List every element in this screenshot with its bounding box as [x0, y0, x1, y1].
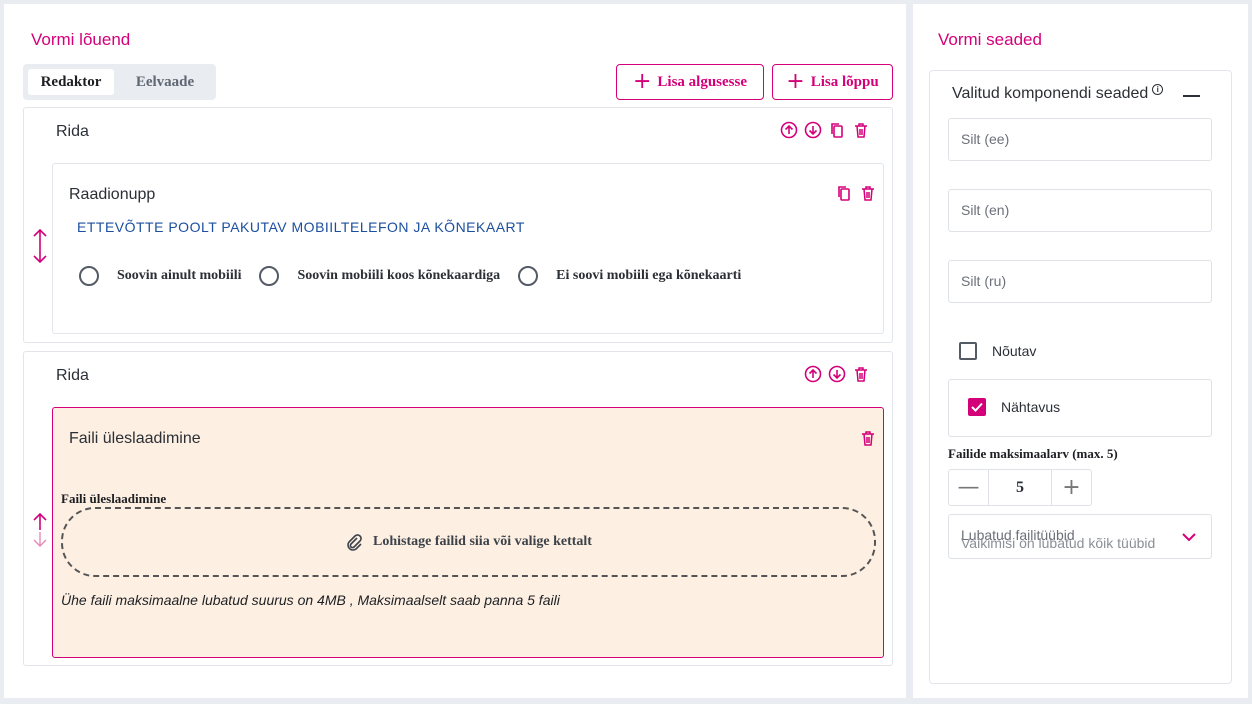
plus-icon: +	[632, 69, 652, 94]
required-checkbox[interactable]	[959, 342, 977, 360]
chevron-down-icon[interactable]	[1181, 530, 1197, 544]
form-row[interactable]: Rida Raadionupp ETTEVÕTTE POOLT PAKUTAV …	[23, 107, 893, 343]
file-types-placeholder: Vaikimisi on lubatud kõik tüübid	[961, 535, 1156, 551]
radio-option[interactable]: Soovin mobiili koos kõnekaardiga	[259, 266, 500, 286]
radio-circle[interactable]	[259, 266, 280, 286]
paperclip-icon	[347, 534, 362, 551]
file-upload-label: Faili üleslaadimine	[61, 491, 167, 506]
file-types-select[interactable]: Lubatud failitüübid Vaikimisi on lubatud…	[948, 514, 1212, 559]
visibility-checkbox-row[interactable]: Nähtavus	[968, 398, 1060, 416]
component-settings-card: Valitud komponendi seaded i Silt (ee) Si…	[929, 70, 1232, 684]
row-actions	[780, 121, 870, 139]
increment-button[interactable]: +	[1052, 470, 1091, 505]
radio-question: ETTEVÕTTE POOLT PAKUTAV MOBIILTELEFON JA…	[77, 219, 525, 235]
row-actions	[804, 365, 870, 383]
max-files-label: Failide maksimaalarv (max. 5)	[948, 446, 1118, 461]
max-files-stepper: — 5 +	[948, 469, 1092, 506]
visibility-label: Nähtavus	[1001, 399, 1061, 415]
add-to-end-label: Lisa lõppu	[810, 73, 879, 90]
radio-option-label: Ei soovi mobiili ega kõnekaarti	[556, 268, 742, 283]
required-label: Nõutav	[992, 343, 1037, 359]
delete-icon[interactable]	[859, 184, 877, 202]
label-en-input[interactable]: Silt (en)	[948, 189, 1212, 232]
editor-tabs: Redaktor Eelvaade	[23, 64, 216, 100]
move-down-icon[interactable]	[804, 121, 822, 139]
check-icon	[971, 402, 983, 412]
tab-preview[interactable]: Eelvaade	[118, 69, 212, 95]
add-to-start-button[interactable]: + Lisa algusesse	[616, 64, 764, 100]
collapse-icon[interactable]	[1183, 95, 1200, 97]
radio-circle[interactable]	[79, 266, 99, 286]
radio-option[interactable]: Ei soovi mobiili ega kõnekaarti	[518, 266, 741, 286]
label-et-input[interactable]: Silt (ee)	[948, 118, 1212, 161]
radio-option-label: Soovin mobiili koos kõnekaardiga	[297, 268, 501, 283]
add-to-start-label: Lisa algusesse	[657, 73, 748, 90]
radio-option[interactable]: Soovin ainult mobiili	[79, 266, 241, 286]
form-canvas-panel: Vormi lõuend Redaktor Eelvaade + Lisa al…	[4, 4, 906, 698]
move-up-icon[interactable]	[804, 365, 822, 383]
tab-editor[interactable]: Redaktor	[28, 69, 114, 95]
visibility-checkbox[interactable]	[968, 398, 986, 416]
required-checkbox-row[interactable]: Nõutav	[959, 342, 1036, 360]
form-settings-panel: Vormi seaded Valitud komponendi seaded i…	[913, 4, 1248, 698]
delete-icon[interactable]	[859, 429, 877, 447]
component-actions	[835, 184, 877, 202]
canvas-title: Vormi lõuend	[31, 30, 131, 49]
file-upload-component[interactable]: Faili üleslaadimine Faili üleslaadimine …	[52, 407, 884, 658]
file-size-note: Ühe faili maksimaalne lubatud suurus on …	[61, 592, 560, 608]
settings-section-header: Valitud komponendi seaded i	[952, 83, 1164, 103]
delete-icon[interactable]	[852, 365, 870, 383]
form-row[interactable]: Rida Faili üleslaadimine Faili üleslaadi…	[23, 351, 893, 666]
label-ru-input[interactable]: Silt (ru)	[948, 260, 1212, 303]
radio-circle[interactable]	[518, 266, 539, 286]
row-title: Rida	[56, 367, 89, 384]
component-actions	[859, 429, 877, 447]
info-icon[interactable]: i	[1152, 83, 1164, 95]
add-to-end-button[interactable]: + Lisa lõppu	[772, 64, 893, 100]
dropzone-text: Lohistage failid siia või valige kettalt	[373, 534, 592, 549]
move-up-icon[interactable]	[780, 121, 798, 139]
component-title: Raadionupp	[69, 186, 156, 203]
component-title: Faili üleslaadimine	[69, 430, 201, 447]
decrement-button[interactable]: —	[949, 470, 988, 505]
radio-component[interactable]: Raadionupp ETTEVÕTTE POOLT PAKUTAV MOBII…	[52, 163, 884, 334]
drag-handle-icon[interactable]	[32, 228, 48, 269]
radio-option-label: Soovin ainult mobiili	[117, 268, 242, 283]
max-files-value[interactable]: 5	[988, 470, 1052, 505]
settings-title: Vormi seaded	[938, 30, 1042, 49]
settings-section-title: Valitud komponendi seaded	[952, 85, 1149, 102]
delete-icon[interactable]	[852, 121, 870, 139]
radio-group: Soovin ainult mobiili Soovin mobiili koo…	[79, 266, 759, 286]
move-down-icon[interactable]	[828, 365, 846, 383]
copy-icon[interactable]	[828, 121, 846, 139]
plus-icon: +	[786, 69, 805, 94]
copy-icon[interactable]	[835, 184, 853, 202]
file-dropzone[interactable]: Lohistage failid siia või valige kettalt	[61, 507, 876, 577]
drag-handle-icon[interactable]	[32, 512, 48, 553]
row-title: Rida	[56, 123, 89, 140]
